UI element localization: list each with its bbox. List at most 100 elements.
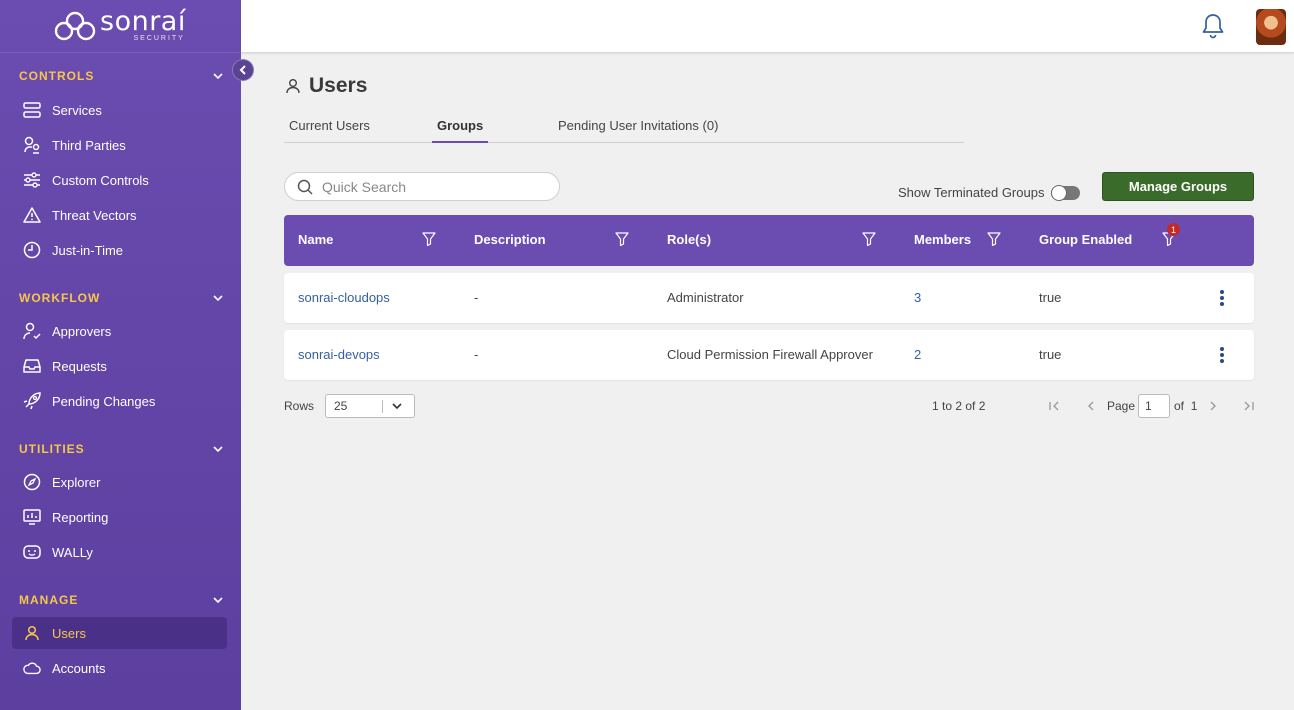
show-terminated-groups-toggle[interactable] — [1051, 185, 1080, 201]
sidebar-item-label: Approvers — [52, 323, 112, 339]
brand-subtitle: SECURITY — [133, 35, 185, 42]
filter-icon[interactable] — [422, 232, 436, 246]
group-members-link[interactable]: 2 — [914, 347, 921, 362]
last-page-icon[interactable] — [1242, 399, 1254, 413]
sidebar-item-label: Reporting — [52, 509, 109, 525]
brand-name: sonraí — [100, 6, 186, 37]
sidebar-item-label: Third Parties — [52, 137, 126, 153]
report-icon — [23, 508, 41, 526]
active-filter-badge: 1 — [1167, 223, 1180, 236]
chevron-down-icon — [213, 293, 223, 303]
group-roles: Administrator — [667, 290, 744, 305]
sonrai-logo[interactable]: sonraí SECURITY — [54, 6, 186, 43]
page-title-text: Users — [309, 74, 368, 97]
sidebar-item-label: WALLy — [52, 544, 93, 560]
rows-per-page-select[interactable]: 25 — [325, 394, 415, 418]
sidebar-item-services[interactable]: Services — [12, 94, 227, 126]
section-controls[interactable]: CONTROLS — [19, 69, 223, 83]
sidebar-item-explorer[interactable]: Explorer — [12, 466, 227, 498]
group-members-link[interactable]: 3 — [914, 290, 921, 305]
group-enabled: true — [1039, 290, 1062, 305]
sliders-icon — [23, 171, 41, 189]
sidebar-item-users[interactable]: Users — [12, 617, 227, 649]
sidebar-item-accounts[interactable]: Accounts — [12, 652, 227, 684]
table-row: sonrai-cloudops - Administrator 3 true — [284, 273, 1254, 323]
chevron-down-icon — [392, 403, 402, 410]
user-icon — [23, 624, 41, 642]
column-header-description[interactable]: Description — [474, 232, 546, 247]
sidebar-item-label: Services — [52, 102, 102, 118]
tab-pending-user-invitations[interactable]: Pending User Invitations (0) — [558, 118, 718, 143]
sidebar-item-custom-controls[interactable]: Custom Controls — [12, 164, 227, 196]
column-header-group-enabled[interactable]: Group Enabled — [1039, 232, 1132, 247]
user-check-icon — [23, 322, 41, 340]
rows-per-page-value: 25 — [334, 399, 348, 413]
previous-page-icon[interactable] — [1084, 399, 1096, 413]
sidebar: sonraí SECURITY CONTROLS Services Third … — [0, 0, 241, 710]
clock-icon — [23, 241, 41, 259]
sidebar-item-label: Users — [52, 625, 86, 641]
sidebar-item-label: Accounts — [52, 660, 106, 676]
total-pages: 1 — [1190, 399, 1198, 413]
sidebar-item-threat-vectors[interactable]: Threat Vectors — [12, 199, 227, 231]
page-label: Page — [1107, 399, 1136, 413]
column-header-roles[interactable]: Role(s) — [667, 232, 711, 247]
sidebar-item-approvers[interactable]: Approvers — [12, 315, 227, 347]
tab-groups[interactable]: Groups — [432, 118, 489, 143]
manage-groups-button[interactable]: Manage Groups — [1102, 172, 1254, 201]
table-header: Name Description Role(s) Members Group E… — [284, 215, 1254, 266]
row-actions-kebab-icon[interactable] — [1213, 345, 1231, 365]
filter-icon[interactable] — [987, 232, 1001, 246]
column-header-name[interactable]: Name — [298, 232, 333, 247]
pagination-bar: Rows 25 1 to 2 of 2 Page of 1 — [284, 394, 1254, 418]
chevron-left-icon — [239, 65, 246, 75]
sidebar-item-label: Threat Vectors — [52, 207, 137, 223]
bell-icon[interactable] — [1201, 13, 1225, 39]
page-number-input[interactable] — [1138, 394, 1170, 418]
section-workflow[interactable]: WORKFLOW — [19, 291, 223, 305]
sidebar-item-pending-changes[interactable]: Pending Changes — [12, 385, 227, 417]
quick-search — [284, 172, 560, 201]
sidebar-item-requests[interactable]: Requests — [12, 350, 227, 382]
tab-current-users[interactable]: Current Users — [289, 118, 370, 143]
sidebar-divider — [0, 52, 241, 53]
inbox-icon — [23, 357, 41, 375]
group-roles: Cloud Permission Firewall Approver — [667, 347, 873, 362]
sidebar-item-reporting[interactable]: Reporting — [12, 501, 227, 533]
chevron-down-icon — [213, 595, 223, 605]
filter-icon[interactable] — [615, 232, 629, 246]
chevron-down-icon — [213, 444, 223, 454]
top-bar — [241, 0, 1294, 53]
sidebar-collapse-button[interactable] — [232, 59, 254, 81]
filter-icon[interactable] — [862, 232, 876, 246]
row-actions-kebab-icon[interactable] — [1213, 288, 1231, 308]
sidebar-item-just-in-time[interactable]: Just-in-Time — [12, 234, 227, 266]
sidebar-item-label: Requests — [52, 358, 107, 374]
section-title: MANAGE — [19, 593, 79, 607]
cloud-icon — [23, 659, 41, 677]
section-utilities[interactable]: UTILITIES — [19, 442, 223, 456]
search-input[interactable] — [322, 178, 542, 195]
rows-per-page-label: Rows — [284, 399, 315, 413]
sidebar-item-third-parties[interactable]: Third Parties — [12, 129, 227, 161]
avatar[interactable] — [1256, 9, 1286, 45]
of-text: of — [1174, 399, 1185, 413]
group-name-link[interactable]: sonrai-devops — [298, 347, 380, 362]
group-name-link[interactable]: sonrai-cloudops — [298, 290, 390, 305]
tab-bar: Current Users Groups Pending User Invita… — [284, 113, 964, 143]
section-title: CONTROLS — [19, 69, 95, 83]
table-row: sonrai-devops - Cloud Permission Firewal… — [284, 330, 1254, 380]
section-manage[interactable]: MANAGE — [19, 593, 223, 607]
first-page-icon[interactable] — [1048, 399, 1060, 413]
group-enabled: true — [1039, 347, 1062, 362]
page-title: Users — [285, 74, 367, 98]
sidebar-item-wally[interactable]: WALLy — [12, 536, 227, 568]
bot-icon — [23, 543, 41, 561]
section-title: WORKFLOW — [19, 291, 101, 305]
section-title: UTILITIES — [19, 442, 85, 456]
next-page-icon[interactable] — [1207, 399, 1219, 413]
group-description: - — [474, 347, 479, 362]
column-header-members[interactable]: Members — [914, 232, 971, 247]
compass-icon — [23, 473, 41, 491]
sidebar-item-label: Custom Controls — [52, 172, 149, 188]
